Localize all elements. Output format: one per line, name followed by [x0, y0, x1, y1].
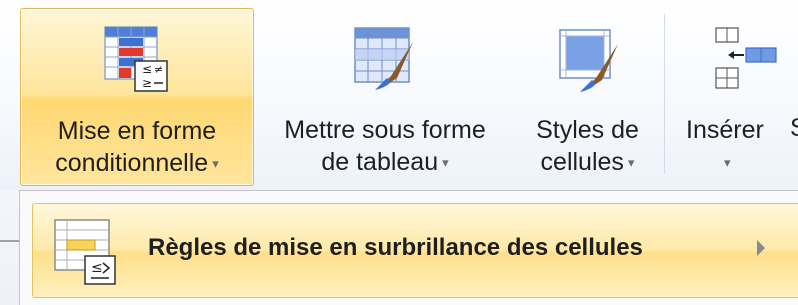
conditional-formatting-icon: ≤ ≠ ≥ — [104, 26, 168, 92]
svg-text:≠: ≠ — [154, 63, 163, 76]
menu-item-label: Règles de mise en surbrillance des cellu… — [148, 234, 643, 261]
insert-cells-icon — [715, 27, 777, 89]
svg-text:≥: ≥ — [142, 76, 152, 90]
ribbon-styles-group: ≤ ≠ ≥ Mise en forme conditionnelle ▾ Met… — [0, 0, 798, 190]
sheet-divider — [0, 240, 19, 242]
conditional-formatting-menu: ≤ Règles de mise en surbrillance des cel… — [19, 190, 798, 305]
insert-cells-label: Insérer — [686, 116, 764, 144]
dropdown-arrow-icon: ▾ — [212, 156, 219, 172]
excel-ribbon-screenshot: ≤ ≠ ≥ Mise en forme conditionnelle ▾ Met… — [0, 0, 798, 305]
truncated-next-button-label: S — [790, 114, 798, 143]
dropdown-arrow-icon: ▾ — [442, 155, 449, 171]
cell-styles-button[interactable]: Styles de cellules ▾ — [515, 8, 660, 186]
dropdown-arrow-icon: ▾ — [627, 155, 635, 171]
conditional-formatting-label-line1: Mise en forme — [57, 117, 217, 145]
format-as-table-label-line2: de tableau — [321, 148, 439, 176]
menu-item-highlight-cells-rules[interactable]: ≤ Règles de mise en surbrillance des cel… — [32, 203, 798, 298]
format-as-table-icon — [354, 27, 413, 90]
dropdown-arrow-icon: ▾ — [724, 155, 731, 171]
group-separator — [664, 14, 665, 174]
format-as-table-label-line1: Mettre sous forme — [284, 116, 486, 144]
cell-styles-icon — [558, 29, 618, 92]
svg-text:≤: ≤ — [142, 62, 152, 76]
conditional-formatting-button[interactable]: ≤ ≠ ≥ Mise en forme conditionnelle ▾ — [20, 8, 254, 186]
cell-styles-label-line1: Styles de — [536, 116, 639, 144]
format-as-table-button[interactable]: Mettre sous forme de tableau ▾ — [255, 8, 515, 186]
chevron-right-icon — [757, 240, 765, 256]
conditional-formatting-label-line2: conditionnelle — [55, 149, 209, 177]
cell-styles-label-line2: cellules — [540, 148, 624, 176]
svg-text:≤: ≤ — [91, 260, 103, 276]
highlight-cells-rules-icon: ≤ — [54, 219, 116, 285]
insert-cells-button[interactable]: Insérer ▾ — [672, 8, 798, 186]
